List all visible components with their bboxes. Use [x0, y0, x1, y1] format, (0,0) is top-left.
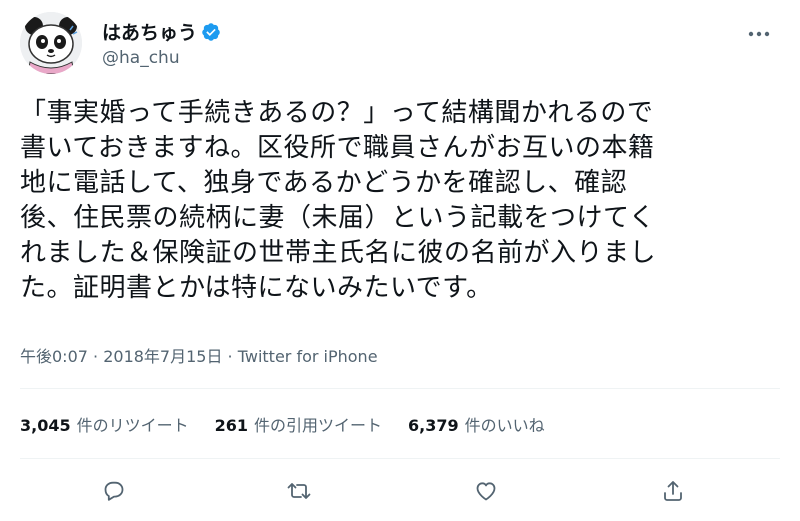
tweet-time[interactable]: 午後0:07	[20, 347, 88, 366]
retweets-label: 件のリツイート	[76, 416, 189, 435]
divider	[20, 388, 780, 389]
tweet-stats: 3,045 件のリツイート 261 件の引用ツイート 6,379 件のいいね	[20, 412, 571, 436]
tweet-line: 地に電話して、独身であるかどうかを確認し、確認	[20, 168, 628, 198]
retweets-stat[interactable]: 3,045 件のリツイート	[20, 412, 189, 436]
meta-separator: ·	[222, 347, 238, 366]
share-button[interactable]	[656, 474, 690, 508]
tweet-text: 「事実婚って手続きあるの？」って結構聞かれるので 書いておきますね。区役所で職員…	[20, 96, 790, 306]
tweet-line: た。証明書とかは特にないみたいです。	[20, 273, 493, 303]
user-handle[interactable]: @ha_chu	[102, 48, 180, 68]
likes-stat[interactable]: 6,379 件のいいね	[408, 412, 545, 436]
tweet-line: 「事実婚って手続きあるの？」って結構聞かれるので	[20, 98, 654, 128]
quotes-label: 件の引用ツイート	[254, 416, 383, 435]
meta-separator: ·	[87, 347, 104, 366]
tweet-date[interactable]: 2018年7月15日	[103, 347, 222, 366]
tweet-line: れました＆保険証の世帯主氏名に彼の名前が入りまし	[20, 238, 657, 268]
tweet-line: 後、住民票の続柄に妻（未届）という記載をつけてく	[20, 203, 656, 233]
panda-avatar-icon	[20, 12, 82, 74]
tweet-source[interactable]: Twitter for iPhone	[238, 347, 378, 366]
tweet-line: 書いておきますね。区役所で職員さんがお互いの本籍	[20, 133, 655, 163]
tweet-meta: 午後0:07 · 2018年7月15日 · Twitter for iPhone	[20, 343, 378, 367]
verified-badge-icon	[202, 22, 220, 41]
action-bar	[0, 474, 800, 508]
retweets-count: 3,045	[20, 416, 71, 435]
likes-label: 件のいいね	[464, 416, 545, 435]
reply-icon	[104, 481, 124, 501]
avatar[interactable]	[20, 12, 82, 74]
like-icon	[476, 482, 496, 501]
display-name[interactable]: はあちゅう	[102, 18, 197, 45]
share-icon	[664, 481, 682, 501]
name-row: はあちゅう	[102, 18, 221, 45]
divider	[20, 458, 780, 459]
likes-count: 6,379	[408, 416, 459, 435]
quotes-stat[interactable]: 261 件の引用ツイート	[215, 412, 382, 436]
tweet-header: はあちゅう @ha_chu	[20, 8, 780, 78]
more-icon	[748, 31, 770, 37]
like-button[interactable]	[469, 474, 503, 508]
retweet-icon	[287, 483, 311, 499]
quotes-count: 261	[214, 416, 249, 435]
reply-button[interactable]	[97, 474, 131, 508]
retweet-button[interactable]	[282, 474, 316, 508]
more-options-button[interactable]	[742, 22, 776, 46]
